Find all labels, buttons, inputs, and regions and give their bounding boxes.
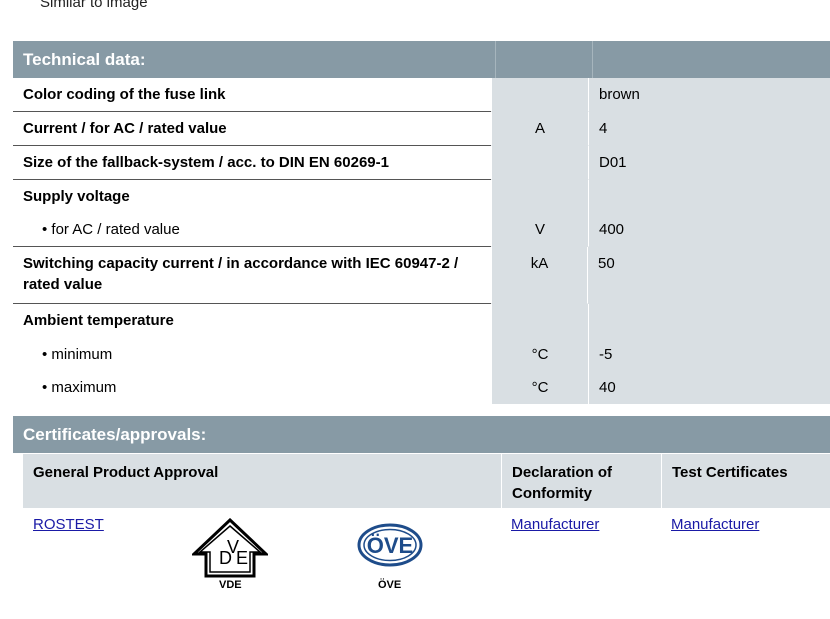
- row-value: 4: [588, 112, 830, 146]
- table-row: • minimum °C -5: [13, 337, 830, 371]
- certificates-title: Certificates/approvals:: [23, 424, 207, 444]
- table-row: Supply voltage: [13, 180, 830, 213]
- technical-data-title: Technical data:: [23, 49, 146, 69]
- table-row: Switching capacity current / in accordan…: [13, 247, 830, 304]
- col-test-certificates: Test Certificates: [661, 454, 830, 508]
- table-row: Ambient temperature: [13, 304, 830, 337]
- vde-logo-label: VDE: [219, 579, 242, 591]
- rostest-link[interactable]: ROSTEST: [33, 516, 104, 533]
- row-label: Switching capacity current / in accordan…: [23, 255, 459, 293]
- row-value: 400: [588, 213, 830, 247]
- declaration-manufacturer-link[interactable]: Manufacturer: [511, 516, 599, 533]
- technical-data-header: Technical data:: [13, 41, 830, 78]
- row-label: Color coding of the fuse link: [23, 86, 226, 103]
- row-label: Current / for AC / rated value: [23, 120, 227, 137]
- row-label: Ambient temperature: [23, 312, 174, 329]
- col-general-product-approval: General Product Approval: [33, 464, 219, 481]
- table-row: Size of the fallback-system / acc. to DI…: [13, 146, 830, 180]
- row-value: [588, 180, 830, 213]
- certificates-header: Certificates/approvals:: [13, 416, 830, 453]
- row-label: • minimum: [42, 345, 113, 363]
- row-unit: [491, 146, 588, 180]
- technical-data-table: Color coding of the fuse link brown Curr…: [13, 78, 830, 404]
- row-label: Supply voltage: [23, 188, 130, 205]
- col-declaration-of-conformity: Declaration of Conformity: [501, 454, 661, 508]
- row-unit: °C: [491, 337, 588, 371]
- row-value: D01: [588, 146, 830, 180]
- image-caption: Similar to image: [40, 0, 148, 11]
- table-row: Color coding of the fuse link brown: [13, 78, 830, 112]
- certificates-column-headers: General Product Approval Declaration of …: [23, 454, 830, 508]
- row-unit: kA: [491, 247, 587, 304]
- row-unit: A: [491, 112, 588, 146]
- row-value: brown: [588, 78, 830, 112]
- row-label: • maximum: [42, 379, 117, 396]
- row-value: -5: [588, 337, 830, 371]
- row-label: • for AC / rated value: [42, 221, 180, 238]
- table-row: • for AC / rated value V 400: [13, 213, 830, 247]
- row-unit: [491, 180, 588, 213]
- test-certificates-manufacturer-link[interactable]: Manufacturer: [671, 516, 759, 533]
- table-row: • maximum °C 40: [13, 371, 830, 404]
- vde-logo-icon: D V E: [192, 518, 268, 578]
- row-value: [588, 304, 830, 337]
- table-row: Current / for AC / rated value A 4: [13, 112, 830, 146]
- row-unit: [491, 304, 588, 337]
- row-unit: [491, 78, 588, 112]
- row-value: 40: [588, 371, 830, 404]
- ove-logo-icon: ÖVE: [357, 523, 423, 567]
- ove-logo-label: ÖVE: [378, 579, 402, 591]
- row-value: 50: [587, 247, 830, 304]
- row-label: Size of the fallback-system / acc. to DI…: [23, 154, 389, 171]
- row-unit: V: [491, 213, 588, 247]
- vde-letter-e: E: [236, 548, 248, 568]
- row-unit: °C: [491, 371, 588, 404]
- ove-logo-text: ÖVE: [367, 533, 413, 558]
